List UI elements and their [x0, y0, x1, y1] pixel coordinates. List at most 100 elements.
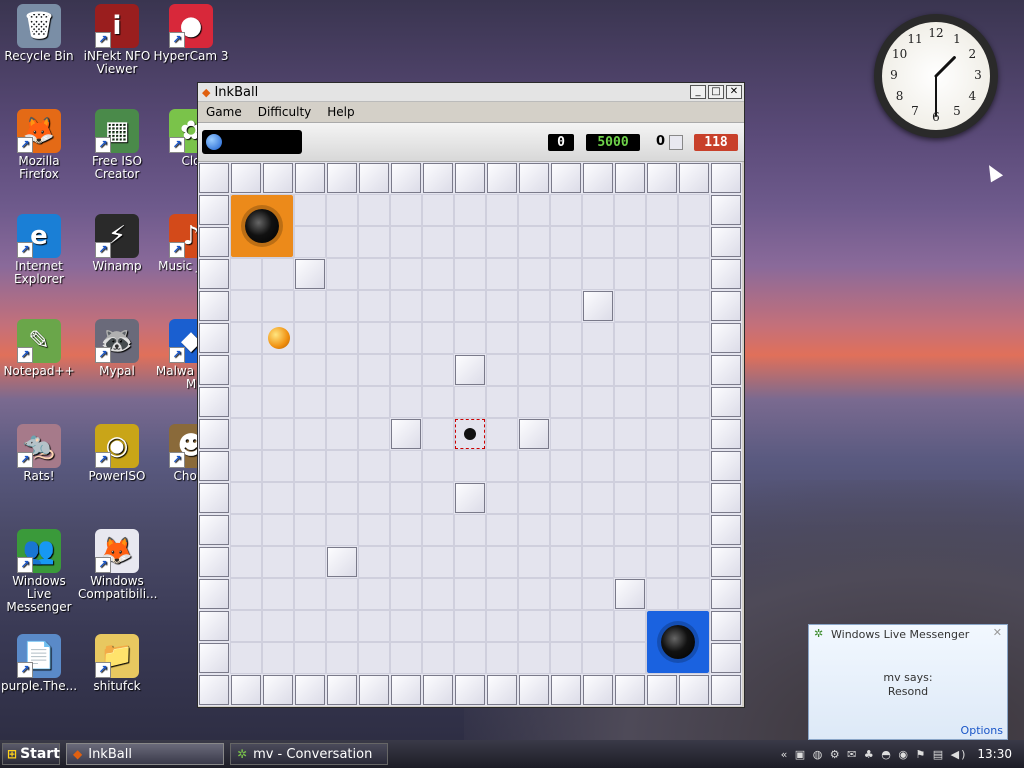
border-wall — [711, 195, 741, 225]
border-wall — [263, 675, 293, 705]
board-cell — [262, 354, 294, 386]
border-wall — [647, 675, 677, 705]
board-cell — [486, 386, 518, 418]
board-cell — [422, 258, 454, 290]
messenger-notification[interactable]: ✲ Windows Live Messenger ✕ mv says: Resond… — [808, 624, 1008, 740]
desktop-icon[interactable]: 📁 ↗ shitufck — [78, 634, 156, 693]
board-cell — [294, 546, 326, 578]
board-cell — [614, 642, 646, 674]
desktop-icon-label: Free ISO Creator — [92, 154, 142, 181]
ball-queue — [202, 130, 302, 154]
desktop-icon[interactable]: 🗑 Recycle Bin — [0, 4, 78, 63]
board-cell — [454, 610, 486, 642]
desktop-icon[interactable]: 👥 ↗ Windows Live Messenger — [0, 529, 78, 614]
tray-clock[interactable]: 13:30 — [977, 747, 1012, 761]
board-cell — [422, 482, 454, 514]
wall-block — [327, 547, 357, 577]
board-cell — [422, 322, 454, 354]
board-cell — [230, 546, 262, 578]
board-cell — [582, 514, 614, 546]
tray-icons[interactable]: « ▣ ◍ ⚙ ✉ ♣ ◓ ◉ ⚑ ▤ ◀) — [781, 748, 968, 761]
desktop-icon[interactable]: e ↗ Internet Explorer — [0, 214, 78, 286]
desktop-icon[interactable]: i ↗ iNFekt NFO Viewer — [78, 4, 156, 76]
shortcut-arrow-icon: ↗ — [17, 242, 33, 258]
windows-logo-icon: ⊞ — [7, 747, 18, 761]
board-cell — [646, 322, 678, 354]
border-wall — [711, 419, 741, 449]
board-cell — [582, 354, 614, 386]
border-wall — [711, 259, 741, 289]
board-cell — [646, 514, 678, 546]
desktop-icon[interactable]: ● ↗ HyperCam 3 — [152, 4, 230, 63]
board-cell — [486, 226, 518, 258]
desktop-icon[interactable]: ◉ ↗ PowerISO — [78, 424, 156, 483]
board-cell — [326, 482, 358, 514]
maximize-button[interactable]: □ — [708, 85, 724, 99]
board-cell — [614, 546, 646, 578]
board-cell — [678, 418, 710, 450]
options-link[interactable]: Options — [961, 724, 1003, 737]
desktop-icon[interactable]: 🦝 ↗ Mypal — [78, 319, 156, 378]
window-titlebar[interactable]: ◆ InkBall _ □ ✕ — [198, 83, 744, 102]
board-cell — [678, 290, 710, 322]
clock-number: 11 — [907, 31, 923, 46]
desktop-icon[interactable]: 🐀 ↗ Rats! — [0, 424, 78, 483]
board-cell — [550, 258, 582, 290]
minimize-button[interactable]: _ — [690, 85, 706, 99]
taskbar-item-inkball[interactable]: ◆ InkBall — [66, 743, 224, 765]
desktop-icon[interactable]: ▦ ↗ Free ISO Creator — [78, 109, 156, 181]
start-label: Start — [20, 746, 60, 762]
desktop-icon-label: HyperCam 3 — [153, 49, 229, 63]
close-notification-icon[interactable]: ✕ — [993, 626, 1002, 639]
poweriso-icon: ◉ ↗ — [95, 424, 139, 468]
board-cell — [518, 642, 550, 674]
board-cell — [390, 194, 422, 226]
board-cell — [294, 482, 326, 514]
clock-number: 1 — [953, 31, 961, 46]
desktop-icon[interactable]: 📄 ↗ purple.The... — [0, 634, 78, 693]
board-cell — [326, 194, 358, 226]
border-wall — [455, 675, 485, 705]
menu-help[interactable]: Help — [319, 105, 362, 119]
board-cell — [454, 290, 486, 322]
messenger-icon: ✲ — [814, 627, 824, 640]
hour-hand — [934, 56, 956, 78]
start-button[interactable]: ⊞ Start — [2, 743, 60, 765]
board-cell — [582, 578, 614, 610]
menu-game[interactable]: Game — [198, 105, 250, 119]
compat-icon: 🦊 ↗ — [95, 529, 139, 573]
game-board[interactable] — [198, 162, 742, 706]
board-cell — [230, 642, 262, 674]
board-cell — [646, 482, 678, 514]
board-cell — [262, 450, 294, 482]
border-wall — [551, 675, 581, 705]
board-cell — [358, 546, 390, 578]
desktop-icon[interactable]: 🦊 ↗ Mozilla Firefox — [0, 109, 78, 181]
taskbar-item-conversation[interactable]: ✲ mv - Conversation — [230, 743, 388, 765]
firefox-icon: 🦊 ↗ — [17, 109, 61, 153]
board-cell — [518, 514, 550, 546]
border-wall — [199, 227, 229, 257]
menu-difficulty[interactable]: Difficulty — [250, 105, 320, 119]
desktop-icon[interactable]: ✎ ↗ Notepad++ — [0, 319, 78, 378]
clock-number: 7 — [911, 104, 919, 119]
board-cell — [326, 450, 358, 482]
board-cell — [422, 386, 454, 418]
border-wall — [711, 451, 741, 481]
document-icon: 📄 ↗ — [17, 634, 61, 678]
clock-number: 9 — [890, 68, 898, 82]
board-cell — [454, 226, 486, 258]
close-button[interactable]: ✕ — [726, 85, 742, 99]
border-wall — [711, 483, 741, 513]
board-cell — [518, 194, 550, 226]
clock-number: 5 — [953, 104, 961, 119]
desktop-icon[interactable]: 🦊 ↗ Windows Compatibili... — [78, 529, 157, 601]
board-cell — [550, 290, 582, 322]
iso-creator-icon: ▦ ↗ — [95, 109, 139, 153]
board-cell — [454, 450, 486, 482]
board-cell — [422, 610, 454, 642]
board-cell — [678, 194, 710, 226]
board-cell — [582, 610, 614, 642]
window-title: InkBall — [214, 84, 259, 100]
desktop-icon[interactable]: ⚡ ↗ Winamp — [78, 214, 156, 273]
